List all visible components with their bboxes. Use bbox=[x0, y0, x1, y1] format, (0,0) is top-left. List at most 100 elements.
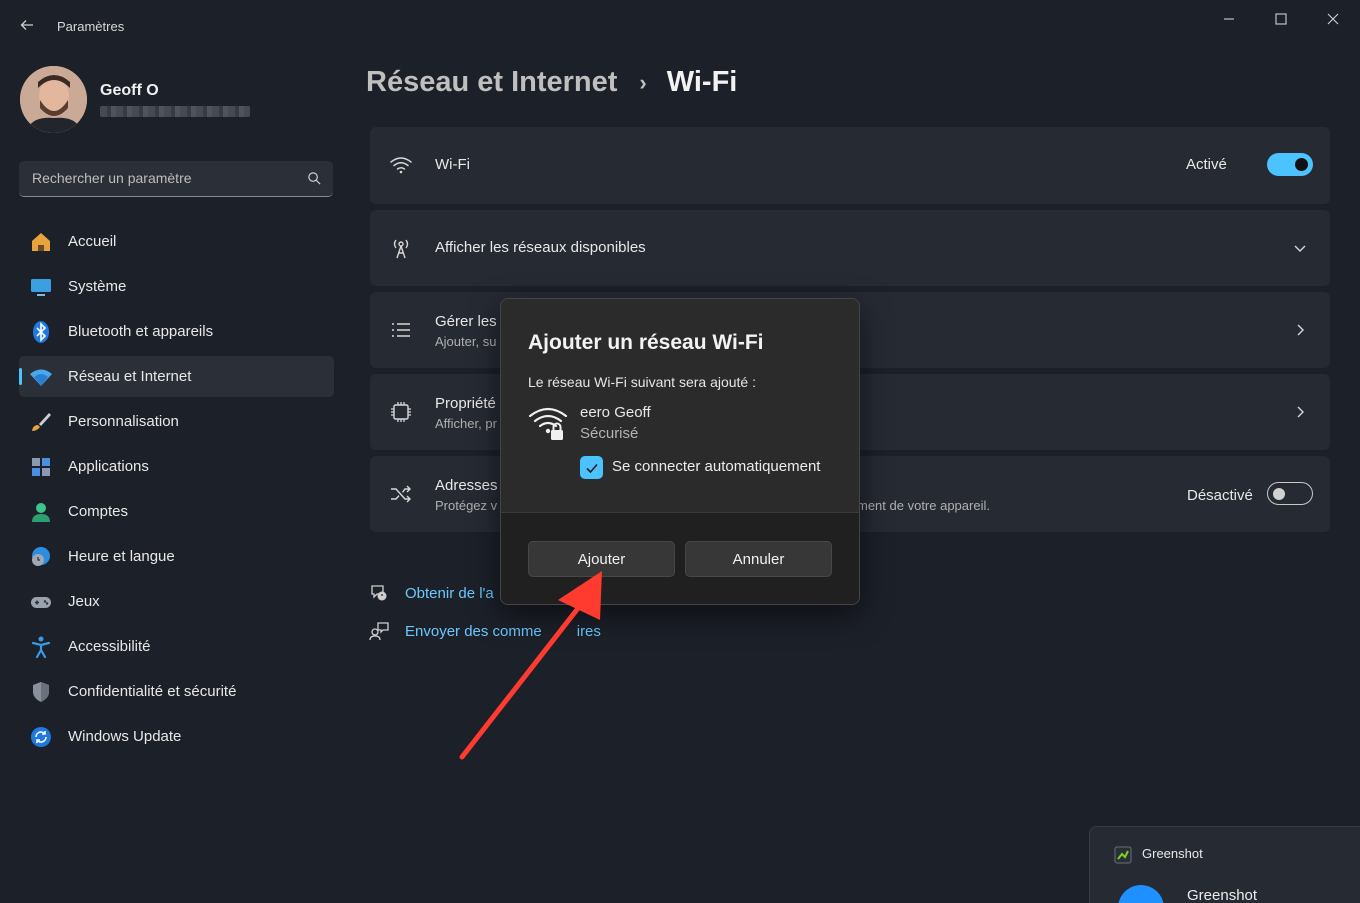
sidebar-item-label: Confidentialité et sécurité bbox=[68, 683, 237, 700]
help-link-text[interactable]: Obtenir de l'a bbox=[405, 585, 494, 602]
user-email-redacted bbox=[100, 106, 250, 117]
hardware-properties-subtitle: Afficher, pr bbox=[435, 416, 497, 431]
random-addresses-toggle[interactable] bbox=[1267, 482, 1313, 505]
cancel-button[interactable]: Annuler bbox=[685, 541, 832, 577]
feedback-link-text[interactable]: Envoyer des comme bbox=[405, 623, 542, 640]
help-chat-icon bbox=[368, 582, 390, 604]
sidebar-item-systeme[interactable]: Système bbox=[19, 266, 334, 307]
app-title: Paramètres bbox=[57, 19, 125, 34]
antenna-icon bbox=[388, 235, 414, 261]
wifi-signal-icon bbox=[388, 152, 414, 178]
search-icon[interactable] bbox=[307, 171, 322, 186]
wifi-title: Wi-Fi bbox=[435, 156, 470, 173]
sidebar-item-accessibilite[interactable]: Accessibilité bbox=[19, 626, 334, 667]
network-name: eero Geoff bbox=[580, 404, 651, 421]
maximize-button[interactable] bbox=[1258, 6, 1304, 32]
bluetooth-icon bbox=[29, 320, 53, 344]
sidebar-item-label: Personnalisation bbox=[68, 413, 179, 430]
sidebar-item-accueil[interactable]: Accueil bbox=[19, 221, 334, 262]
search-box bbox=[19, 161, 333, 197]
sidebar-item-jeux[interactable]: Jeux bbox=[19, 581, 334, 622]
sidebar-item-label: Jeux bbox=[68, 593, 100, 610]
random-addresses-subtitle-tail: ment de votre appareil. bbox=[857, 498, 990, 513]
wifi-state-label: Activé bbox=[1186, 156, 1227, 173]
sidebar-item-comptes[interactable]: Comptes bbox=[19, 491, 334, 532]
chevron-down-icon[interactable] bbox=[1292, 240, 1308, 256]
feedback-link[interactable]: Envoyer des comme ires bbox=[368, 620, 601, 642]
monitor-icon bbox=[29, 275, 53, 299]
auto-connect-label[interactable]: Se connecter automatiquement bbox=[612, 458, 820, 475]
update-icon bbox=[29, 725, 53, 749]
network-security: Sécurisé bbox=[580, 425, 639, 442]
list-icon bbox=[388, 317, 414, 343]
feedback-icon bbox=[368, 620, 390, 642]
dialog-title: Ajouter un réseau Wi-Fi bbox=[528, 331, 764, 354]
globe-clock-icon bbox=[29, 545, 53, 569]
close-icon bbox=[1327, 13, 1339, 25]
breadcrumb: Réseau et Internet › Wi-Fi bbox=[366, 66, 737, 99]
sidebar-item-bluetooth[interactable]: Bluetooth et appareils bbox=[19, 311, 334, 352]
wifi-secured-icon bbox=[528, 407, 568, 440]
checkmark-icon bbox=[585, 463, 598, 473]
accessibility-icon bbox=[29, 635, 53, 659]
chip-icon bbox=[388, 399, 414, 425]
sidebar-item-applications[interactable]: Applications bbox=[19, 446, 334, 487]
greenshot-app-icon bbox=[1114, 846, 1132, 864]
back-button[interactable] bbox=[14, 14, 40, 40]
sidebar-item-label: Heure et langue bbox=[68, 548, 175, 565]
sidebar-item-reseau[interactable]: Réseau et Internet bbox=[19, 356, 334, 397]
random-addresses-state-label: Désactivé bbox=[1187, 487, 1253, 504]
dialog-footer: Ajouter Annuler bbox=[501, 512, 859, 604]
chevron-right-icon[interactable] bbox=[1292, 322, 1308, 338]
sidebar-item-label: Windows Update bbox=[68, 728, 182, 745]
chevron-right-icon[interactable] bbox=[1292, 404, 1308, 420]
brush-icon bbox=[29, 410, 53, 434]
close-button[interactable] bbox=[1310, 6, 1356, 32]
sidebar-item-label: Accessibilité bbox=[68, 638, 151, 655]
sidebar-item-windows-update[interactable]: Windows Update bbox=[19, 716, 334, 757]
sidebar-item-heure[interactable]: Heure et langue bbox=[19, 536, 334, 577]
sidebar-item-confidentialite[interactable]: Confidentialité et sécurité bbox=[19, 671, 334, 712]
breadcrumb-parent[interactable]: Réseau et Internet bbox=[366, 66, 617, 99]
sidebar-item-label: Réseau et Internet bbox=[68, 368, 192, 385]
notification-app-name: Greenshot bbox=[1142, 846, 1203, 861]
feedback-link-text-tail[interactable]: ires bbox=[542, 623, 601, 640]
auto-connect-checkbox[interactable] bbox=[580, 456, 603, 479]
back-arrow-icon bbox=[20, 20, 33, 30]
notification-info-icon bbox=[1118, 885, 1164, 903]
user-name: Geoff O bbox=[100, 82, 159, 99]
available-networks-card[interactable]: Afficher les réseaux disponibles bbox=[370, 210, 1330, 286]
avatar[interactable] bbox=[20, 66, 87, 133]
random-addresses-subtitle: Protégez v bbox=[435, 498, 498, 513]
apps-icon bbox=[29, 455, 53, 479]
search-input[interactable] bbox=[19, 161, 299, 195]
sidebar-nav: Accueil Système Bluetooth et appareils R… bbox=[19, 221, 334, 761]
wifi-toggle[interactable] bbox=[1267, 153, 1313, 176]
dialog-description: Le réseau Wi-Fi suivant sera ajouté : bbox=[528, 374, 756, 390]
add-wifi-dialog: Ajouter un réseau Wi-Fi Le réseau Wi-Fi … bbox=[500, 298, 860, 605]
title-bar: Paramètres bbox=[0, 0, 1360, 52]
maximize-icon bbox=[1275, 13, 1287, 25]
sidebar-item-personnalisation[interactable]: Personnalisation bbox=[19, 401, 334, 442]
wifi-icon bbox=[29, 365, 53, 389]
help-link[interactable]: Obtenir de l'a bbox=[368, 582, 494, 604]
home-icon bbox=[29, 230, 53, 254]
wifi-toggle-card: Wi-Fi Activé bbox=[370, 127, 1330, 204]
sidebar-item-label: Applications bbox=[68, 458, 149, 475]
manage-networks-subtitle: Ajouter, su bbox=[435, 334, 497, 349]
random-addresses-title: Adresses bbox=[435, 477, 498, 494]
shield-icon bbox=[29, 680, 53, 704]
user-photo-icon bbox=[20, 66, 87, 133]
add-button[interactable]: Ajouter bbox=[528, 541, 675, 577]
sidebar-item-label: Accueil bbox=[68, 233, 117, 250]
gamepad-icon bbox=[29, 590, 53, 614]
shuffle-icon bbox=[388, 481, 414, 507]
hardware-properties-title: Propriété bbox=[435, 395, 496, 412]
minimize-icon bbox=[1224, 18, 1234, 20]
greenshot-notification[interactable]: Greenshot Greenshot bbox=[1089, 826, 1360, 903]
minimize-button[interactable] bbox=[1206, 6, 1252, 32]
sidebar-item-label: Système bbox=[68, 278, 127, 295]
available-networks-title: Afficher les réseaux disponibles bbox=[435, 239, 646, 256]
page-title: Wi-Fi bbox=[666, 66, 738, 98]
sidebar-item-label: Bluetooth et appareils bbox=[68, 323, 214, 340]
